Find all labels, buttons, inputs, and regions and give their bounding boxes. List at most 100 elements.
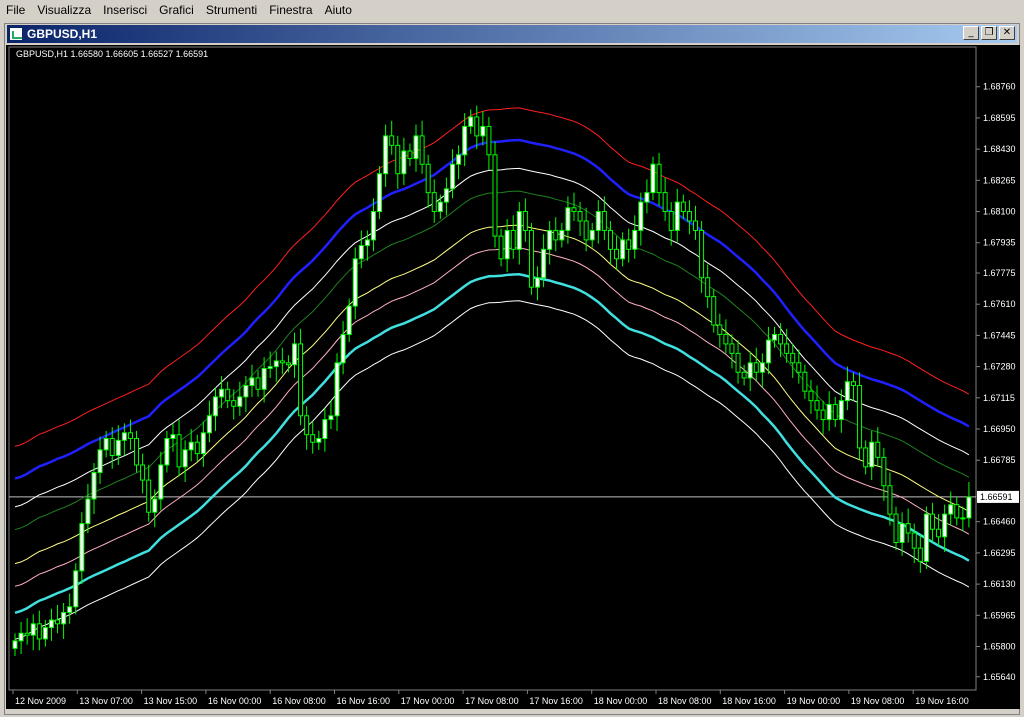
candle-body bbox=[771, 333, 777, 341]
candle-body bbox=[42, 627, 48, 640]
lower-band-outer bbox=[14, 300, 970, 640]
candle-body bbox=[468, 116, 474, 127]
candle-body bbox=[553, 229, 559, 241]
y-tick-label: 1.68265 bbox=[983, 175, 1016, 185]
candle-body bbox=[765, 339, 771, 364]
menu-aiuto[interactable]: Aiuto bbox=[321, 0, 360, 21]
candle-body bbox=[808, 390, 814, 402]
candle-body bbox=[887, 485, 893, 515]
chart-canvas[interactable]: 1.68760 1.68595 1.68430 1.68265 1.68100 1.679… bbox=[6, 45, 1020, 709]
candle-body bbox=[134, 437, 140, 466]
restore-button[interactable]: ❐ bbox=[981, 26, 997, 40]
candle-body bbox=[960, 517, 966, 520]
candle-body bbox=[243, 385, 249, 398]
menu-inserisci[interactable]: Inserisci bbox=[99, 0, 155, 21]
candle-body bbox=[285, 362, 291, 366]
candle-body bbox=[48, 619, 54, 629]
current-price-label: 1.66591 bbox=[980, 492, 1013, 502]
candle-body bbox=[638, 201, 644, 231]
menu-visualizza[interactable]: Visualizza bbox=[33, 0, 99, 21]
candle-body bbox=[67, 606, 73, 613]
x-tick-label: 13 Nov 07:00 bbox=[79, 696, 133, 706]
menu-grafici[interactable]: Grafici bbox=[155, 0, 202, 21]
candle-body bbox=[30, 623, 36, 636]
candle-body bbox=[699, 229, 705, 279]
candle-body bbox=[304, 415, 310, 436]
candle-body bbox=[334, 362, 340, 417]
candle-body bbox=[352, 258, 358, 307]
candle-body bbox=[784, 343, 790, 354]
candle-body bbox=[443, 188, 449, 203]
y-tick-label: 1.68430 bbox=[983, 144, 1016, 154]
candle-body bbox=[449, 163, 455, 190]
menu-finestra[interactable]: Finestra bbox=[265, 0, 320, 21]
candle-body bbox=[565, 207, 571, 231]
candle-body bbox=[91, 472, 97, 500]
x-tick-label: 18 Nov 08:00 bbox=[658, 696, 712, 706]
candle-body bbox=[298, 343, 304, 417]
y-tick-label: 1.66460 bbox=[983, 517, 1016, 527]
candle-body bbox=[705, 277, 711, 298]
menu-file[interactable]: File bbox=[2, 0, 33, 21]
candle-body bbox=[547, 229, 553, 250]
candle-body bbox=[456, 154, 462, 165]
candle-body bbox=[255, 377, 261, 390]
candle-body bbox=[401, 150, 407, 175]
upper-band-blue bbox=[14, 138, 970, 480]
candle-body bbox=[194, 441, 200, 455]
candle-body bbox=[753, 362, 759, 373]
price-chart[interactable]: 1.68760 1.68595 1.68430 1.68265 1.68100 1.679… bbox=[6, 45, 1020, 709]
candle-body bbox=[200, 432, 206, 455]
window-controls: _ ❐ ✕ bbox=[963, 26, 1015, 40]
candle-body bbox=[504, 229, 510, 260]
candle-body bbox=[632, 229, 638, 250]
candle-body bbox=[103, 437, 109, 451]
candle-body bbox=[24, 632, 30, 636]
y-tick-label: 1.67935 bbox=[983, 238, 1016, 248]
y-tick-label: 1.65965 bbox=[983, 610, 1016, 620]
chart-title-bar[interactable]: GBPUSD,H1 _ ❐ ✕ bbox=[7, 25, 1017, 43]
candle-body bbox=[237, 396, 243, 407]
candle-body bbox=[109, 437, 115, 456]
menu-strumenti[interactable]: Strumenti bbox=[202, 0, 265, 21]
candle-body bbox=[273, 360, 279, 368]
candle-body bbox=[620, 239, 626, 260]
upper-band-white bbox=[14, 167, 970, 508]
candle-body bbox=[650, 163, 656, 194]
minimize-button[interactable]: _ bbox=[963, 26, 979, 40]
x-tick-label: 17 Nov 16:00 bbox=[529, 696, 583, 706]
candle-body bbox=[583, 220, 589, 241]
candle-body bbox=[948, 504, 954, 515]
candle-body bbox=[838, 400, 844, 421]
candle-body bbox=[747, 362, 753, 379]
candle-body bbox=[322, 419, 328, 439]
y-tick-label: 1.67280 bbox=[983, 362, 1016, 372]
candle-body bbox=[942, 513, 948, 538]
candle-body bbox=[61, 611, 67, 625]
candle-body bbox=[267, 366, 273, 370]
candle-body bbox=[686, 211, 692, 222]
candle-body bbox=[261, 368, 267, 390]
x-tick-label: 18 Nov 16:00 bbox=[722, 696, 776, 706]
candle-body bbox=[693, 220, 699, 231]
candle-body bbox=[814, 400, 820, 411]
candle-body bbox=[850, 381, 856, 387]
candle-body bbox=[413, 135, 419, 160]
y-tick-label: 1.66950 bbox=[983, 424, 1016, 434]
candle-body bbox=[152, 498, 158, 513]
close-button[interactable]: ✕ bbox=[999, 26, 1015, 40]
candle-body bbox=[73, 570, 79, 608]
lower-band-pink bbox=[14, 247, 970, 587]
candle-body bbox=[291, 343, 297, 366]
candle-body bbox=[127, 432, 133, 439]
candle-body bbox=[407, 150, 413, 160]
candle-body bbox=[158, 464, 164, 500]
candle-body bbox=[340, 333, 346, 364]
candle-body bbox=[857, 385, 863, 449]
candle-body bbox=[668, 211, 674, 231]
candle-body bbox=[680, 201, 686, 213]
candle-body bbox=[899, 523, 905, 543]
y-tick-label: 1.66130 bbox=[983, 579, 1016, 589]
candle-body bbox=[614, 248, 620, 260]
middle-band-green bbox=[14, 190, 970, 531]
